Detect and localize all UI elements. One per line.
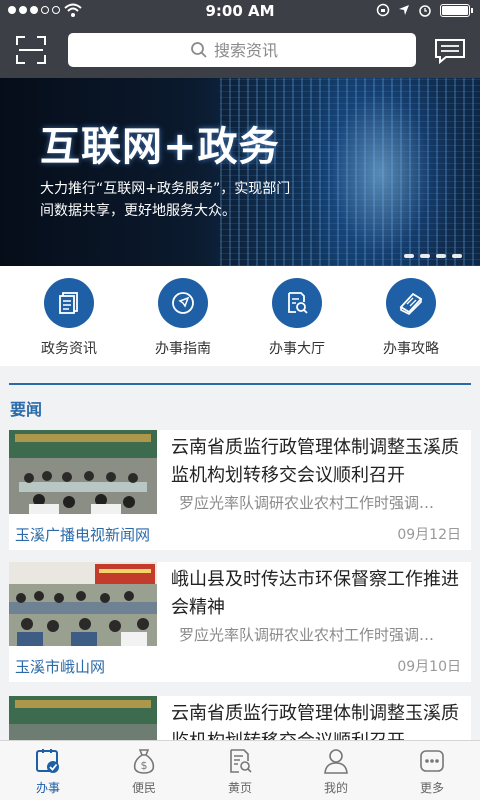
tab-label: 黄页	[227, 781, 252, 795]
rotation-lock-icon	[376, 3, 390, 17]
banner-subtitle: 大力推行“互联网+政务服务”，实现部门间数据共享，更好地服务大众。	[40, 181, 291, 219]
tab-label: 便民	[131, 781, 156, 795]
news-source: 玉溪广播电视新闻网	[15, 526, 151, 544]
alarm-icon	[419, 5, 431, 17]
tab-directory[interactable]: 黄页	[192, 741, 288, 800]
news-item[interactable]: 峨山县及时传达市环保督察工作推进会精神 罗应光率队调研农业农村工作时强调… 玉溪…	[9, 562, 471, 682]
carousel-dot	[420, 254, 430, 258]
news-source: 玉溪市峨山网	[15, 658, 106, 676]
news-title: 云南省质监行政管理体制调整玉溪质监机构划转移交会议顺利召开	[171, 437, 459, 486]
svg-text:$: $	[141, 759, 148, 772]
tab-label: 更多	[419, 781, 444, 795]
banner-title: 互联网+政务	[40, 124, 280, 170]
tab-affairs[interactable]: 办事	[0, 741, 96, 800]
checklist-icon	[36, 749, 59, 773]
user-icon	[324, 749, 348, 774]
more-icon	[420, 750, 444, 772]
directory-icon	[230, 749, 252, 773]
news-thumbnail	[9, 562, 157, 646]
status-bar: 9:00 AM	[0, 0, 480, 22]
carousel-dot	[436, 254, 446, 258]
news-date: 09月10日	[397, 659, 461, 675]
quick-nav-label: 政务资讯	[41, 341, 97, 357]
news-item[interactable]: 云南省质监行政管理体制调整玉溪质监机构划转移交会议顺利召开 罗应光率队调研农业农…	[9, 430, 471, 550]
section-title: 要闻	[10, 400, 43, 419]
search-input[interactable]	[214, 40, 294, 60]
search-document-icon	[272, 278, 322, 328]
location-icon	[399, 5, 409, 15]
news-date: 09月12日	[397, 527, 461, 543]
book-icon	[386, 278, 436, 328]
message-icon[interactable]	[434, 38, 466, 64]
quick-nav-label: 办事指南	[155, 341, 211, 357]
bottom-tab-bar: 办事 $ 便民 黄页 我的 更多	[0, 740, 480, 800]
news-summary: 罗应光率队调研农业农村工作时强调…	[179, 494, 435, 512]
news-thumbnail	[9, 430, 157, 514]
search-icon	[191, 42, 207, 58]
news-item[interactable]: 云南省质监行政管理体制调整玉溪质监机构划转移交会议顺利召开	[9, 696, 471, 740]
news-summary: 罗应光率队调研农业农村工作时强调…	[179, 626, 435, 644]
scan-icon[interactable]	[16, 36, 46, 64]
tab-label: 办事	[35, 781, 60, 795]
quick-nav-label: 办事大厅	[269, 341, 325, 357]
section-divider	[9, 383, 471, 385]
quick-nav-guide[interactable]: 办事指南	[126, 266, 240, 366]
tab-mine[interactable]: 我的	[288, 741, 384, 800]
quick-nav-news[interactable]: 政务资讯	[12, 266, 126, 366]
money-bag-icon: $	[133, 749, 155, 774]
tab-convenience[interactable]: $ 便民	[96, 741, 192, 800]
quick-nav-hall[interactable]: 办事大厅	[240, 266, 354, 366]
banner-image	[220, 78, 480, 266]
carousel-indicator	[404, 254, 462, 258]
news-title: 峨山县及时传达市环保督察工作推进会精神	[171, 569, 459, 618]
battery-icon	[440, 3, 473, 17]
carousel-dot	[404, 254, 414, 258]
quick-nav: 政务资讯 办事指南 办事大厅 办事攻略	[0, 266, 480, 366]
news-section: 要闻 云南省质监行政管理体制调整玉溪质监机构划转移交会议顺利召开 罗应光率队调研…	[0, 366, 480, 740]
news-thumbnail	[9, 696, 157, 740]
quick-nav-tips[interactable]: 办事攻略	[354, 266, 468, 366]
document-icon	[44, 278, 94, 328]
tab-label: 我的	[323, 781, 348, 795]
search-bar[interactable]	[68, 33, 416, 67]
compass-icon	[158, 278, 208, 328]
top-bar	[0, 22, 480, 78]
tab-more[interactable]: 更多	[384, 741, 480, 800]
quick-nav-label: 办事攻略	[383, 341, 439, 357]
news-title: 云南省质监行政管理体制调整玉溪质监机构划转移交会议顺利召开	[171, 703, 459, 740]
banner-carousel[interactable]: 互联网+政务 大力推行“互联网+政务服务”，实现部门间数据共享，更好地服务大众。	[0, 78, 480, 266]
carousel-dot	[452, 254, 462, 258]
